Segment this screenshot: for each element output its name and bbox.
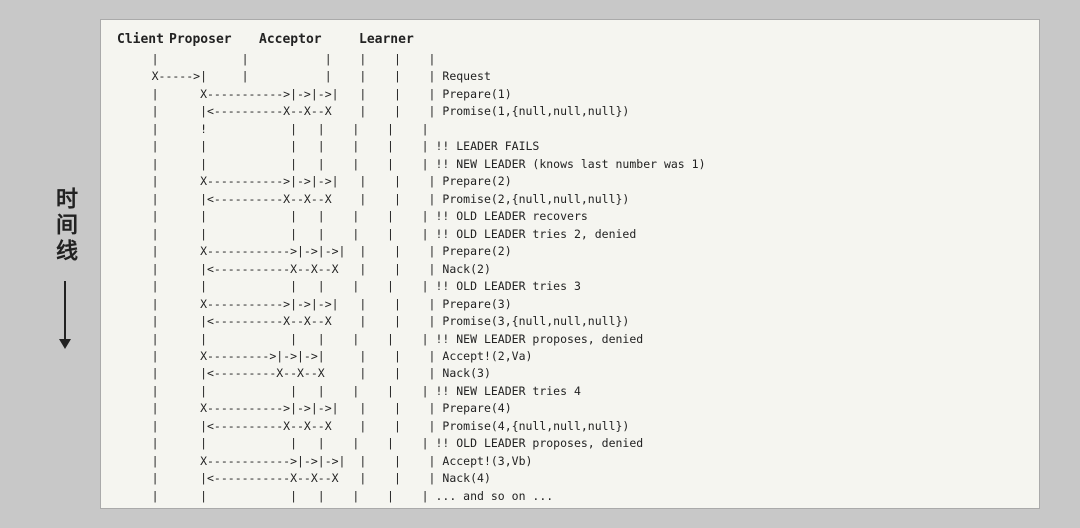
- diagram-box: Client Proposer Acceptor Learner | | | |…: [100, 19, 1040, 509]
- main-container: 时间线 Client Proposer Acceptor Learner | |…: [40, 19, 1040, 509]
- left-label: 时间线: [40, 19, 100, 509]
- diagram-header: Client Proposer Acceptor Learner: [117, 32, 1023, 47]
- header-client: Client: [117, 32, 169, 47]
- time-axis-label: 时间线: [49, 187, 81, 265]
- diagram-content: | | | | | | X----->| | | | | | Request |…: [117, 51, 1023, 505]
- header-proposer: Proposer: [169, 32, 259, 47]
- time-arrow: [64, 281, 66, 341]
- header-acceptor: Acceptor: [259, 32, 359, 47]
- header-learner: Learner: [359, 32, 419, 47]
